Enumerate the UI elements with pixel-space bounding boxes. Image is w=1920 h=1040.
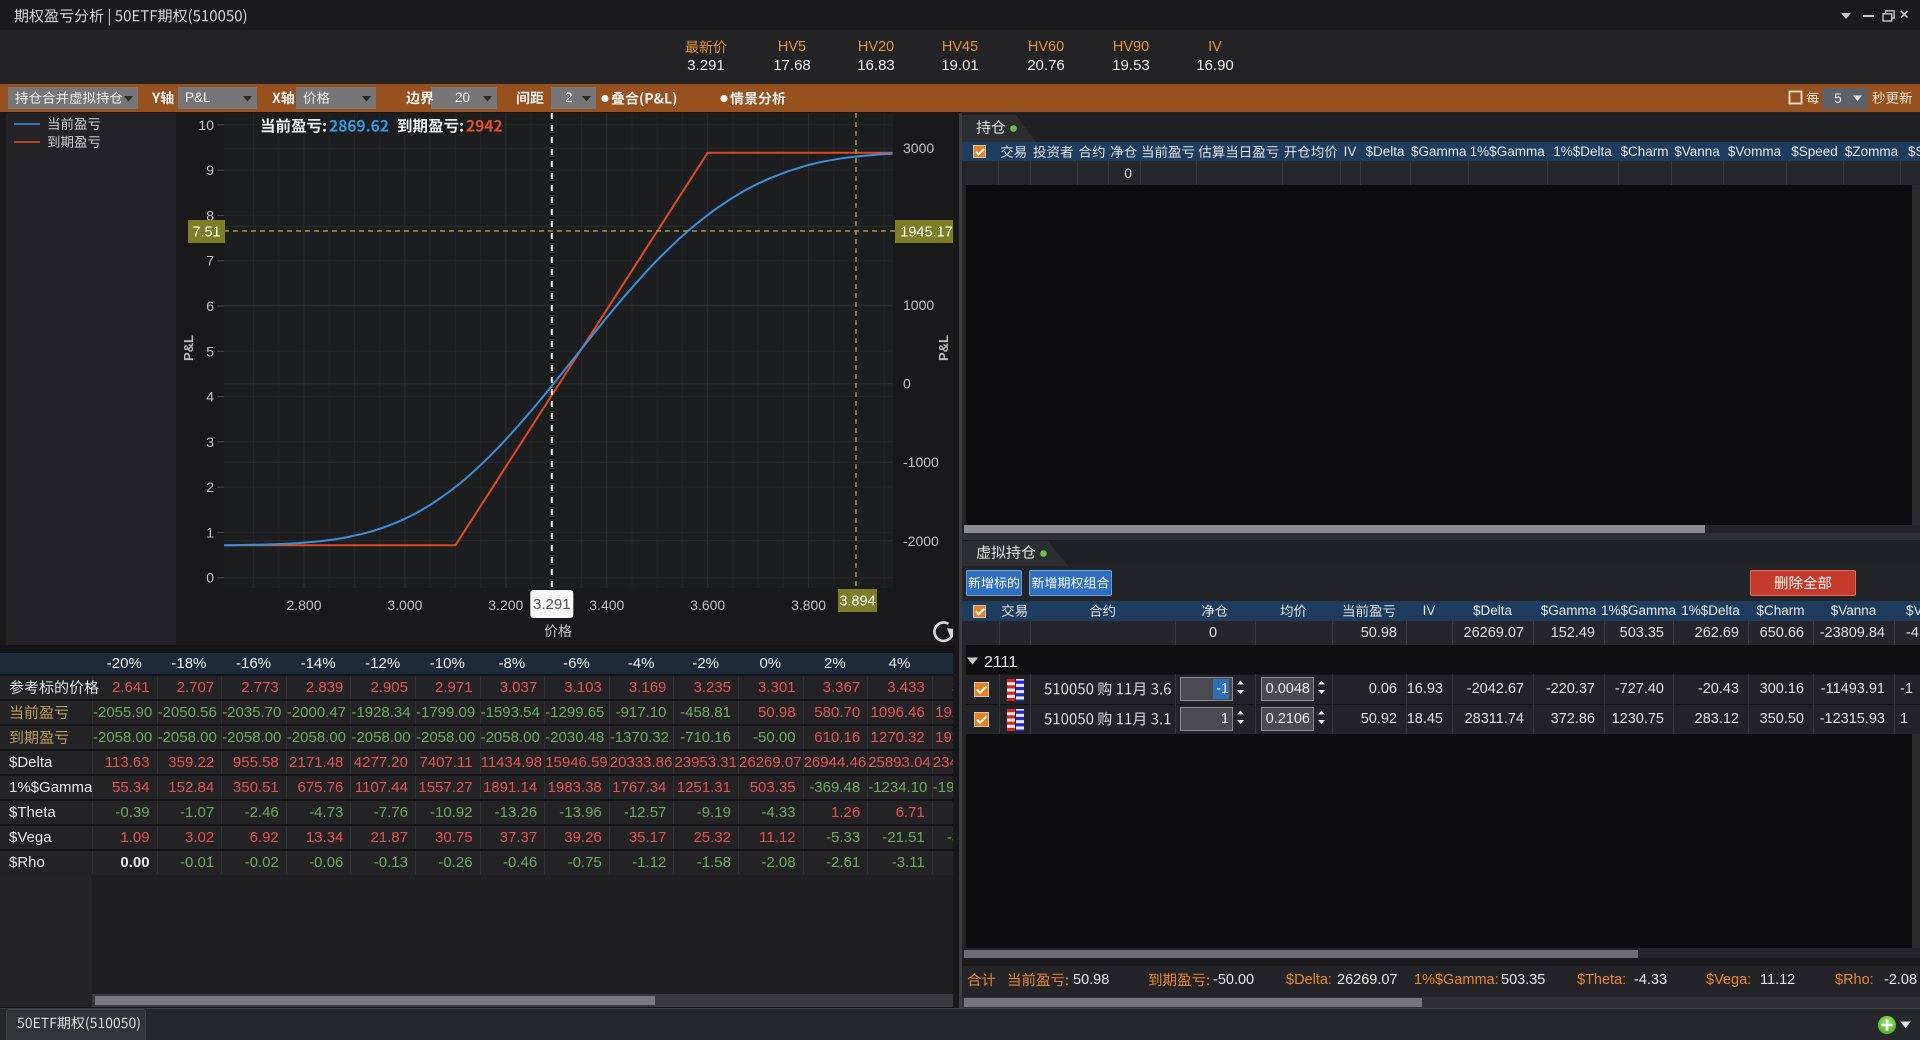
svg-text:-1000: -1000	[903, 454, 939, 470]
svg-text:0: 0	[206, 570, 214, 586]
svg-text:3.400: 3.400	[589, 597, 624, 613]
svg-text:P&L: P&L	[181, 335, 196, 361]
svg-text:P&L: P&L	[936, 335, 951, 361]
svg-text:10: 10	[198, 117, 214, 133]
svg-text:3.000: 3.000	[387, 597, 422, 613]
svg-text:3.200: 3.200	[488, 597, 523, 613]
svg-text:3.800: 3.800	[791, 597, 826, 613]
svg-text:7.51: 7.51	[192, 225, 220, 241]
svg-text:2: 2	[206, 479, 214, 495]
svg-text:2.800: 2.800	[286, 597, 321, 613]
svg-text:6: 6	[206, 298, 214, 314]
svg-text:0: 0	[903, 376, 911, 392]
svg-text:4: 4	[206, 389, 214, 405]
svg-text:1: 1	[206, 524, 214, 540]
svg-text:-2000: -2000	[903, 533, 939, 549]
svg-text:5: 5	[206, 343, 214, 359]
svg-text:7: 7	[206, 253, 214, 269]
svg-text:1945.17: 1945.17	[900, 225, 952, 241]
svg-text:1000: 1000	[903, 297, 934, 313]
svg-text:3.894: 3.894	[839, 594, 875, 610]
svg-text:3: 3	[206, 434, 214, 450]
svg-text:9: 9	[206, 162, 214, 178]
svg-text:3.600: 3.600	[690, 597, 725, 613]
svg-text:3.291: 3.291	[533, 596, 571, 613]
svg-text:3000: 3000	[903, 140, 934, 156]
